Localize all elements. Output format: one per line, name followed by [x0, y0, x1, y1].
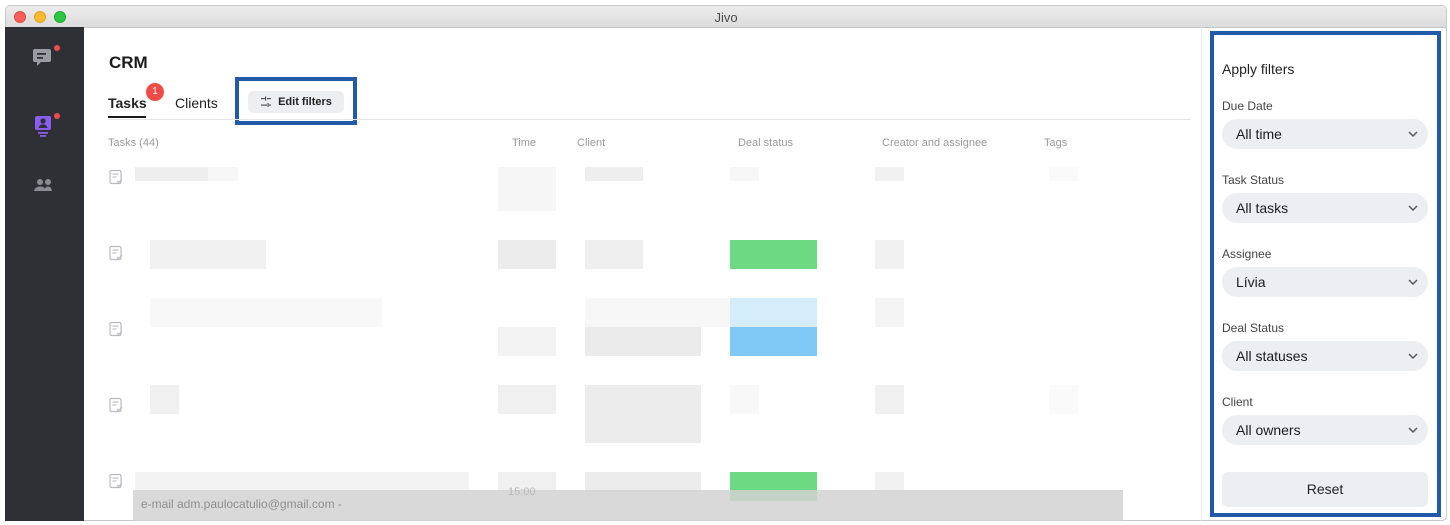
task-name-placeholder	[150, 240, 266, 269]
crm-contact-icon	[35, 116, 51, 137]
tags-placeholder	[1049, 167, 1078, 181]
task-list-icon	[108, 169, 124, 185]
team-icon	[34, 179, 52, 191]
reset-button[interactable]: Reset	[1222, 472, 1428, 507]
assignee-placeholder	[875, 167, 904, 181]
assignee-placeholder	[875, 385, 904, 414]
task-list-icon	[108, 397, 124, 413]
sidebar-item-team[interactable]	[32, 175, 56, 197]
deal-status-blue	[730, 327, 817, 356]
filters-panel: Apply filters Due Date All time Task Sta…	[1210, 31, 1441, 517]
assignee-placeholder	[875, 240, 904, 269]
filter-label-client: Client	[1222, 395, 1253, 409]
chevron-down-icon	[1408, 427, 1418, 434]
filter-label-task-status: Task Status	[1222, 173, 1285, 187]
time-placeholder	[498, 167, 556, 211]
deal-status-select[interactable]: All statuses	[1222, 341, 1428, 371]
column-header-deal-status[interactable]: Deal status	[738, 137, 793, 149]
edit-filters-label: Edit filters	[278, 96, 332, 108]
toast-time: 15:00	[508, 486, 536, 498]
filter-sliders-icon	[261, 96, 272, 107]
task-name-placeholder	[135, 472, 469, 492]
client-select[interactable]: All owners	[1222, 415, 1428, 445]
chevron-down-icon	[1408, 131, 1418, 138]
column-header-client[interactable]: Client	[577, 137, 605, 149]
sidebar-item-chats[interactable]	[32, 45, 60, 69]
assignee-value: Lívia	[1236, 274, 1266, 290]
task-name-placeholder	[150, 298, 382, 327]
client-placeholder	[585, 327, 701, 356]
time-placeholder	[498, 240, 556, 269]
deal-status-placeholder	[730, 167, 759, 181]
client-placeholder	[585, 298, 730, 327]
crm-main: CRM Tasks 1 Clients Edit filters Tasks (…	[84, 27, 1201, 521]
chevron-down-icon	[1408, 353, 1418, 360]
column-header-tasks[interactable]: Tasks (44)	[108, 137, 159, 149]
time-placeholder	[498, 385, 556, 414]
filter-label-assignee: Assignee	[1222, 247, 1272, 261]
header-divider	[108, 119, 1191, 120]
edit-filters-button[interactable]: Edit filters	[248, 91, 344, 113]
client-placeholder	[585, 240, 643, 269]
deal-status-value: All statuses	[1236, 348, 1308, 364]
edit-filters-highlight: Edit filters	[235, 77, 357, 125]
column-header-time[interactable]: Time	[512, 137, 536, 149]
task-name-placeholder	[135, 167, 208, 181]
task-status-select[interactable]: All tasks	[1222, 193, 1428, 223]
time-placeholder	[498, 327, 556, 356]
due-date-select[interactable]: All time	[1222, 119, 1428, 149]
filter-label-deal-status: Deal Status	[1222, 321, 1285, 335]
task-name-placeholder	[150, 385, 179, 414]
task-name-placeholder	[208, 167, 238, 181]
assignee-select[interactable]: Lívia	[1222, 267, 1428, 297]
page-title: CRM	[109, 53, 148, 72]
chat-icon	[33, 49, 51, 66]
notification-toast[interactable]: e-mail adm.paulocatulio@gmail.com -	[133, 490, 1123, 521]
sidebar	[5, 27, 84, 521]
column-header-tags[interactable]: Tags	[1044, 137, 1067, 149]
due-date-value: All time	[1236, 126, 1282, 142]
chevron-down-icon	[1408, 205, 1418, 212]
deal-status-placeholder	[730, 385, 759, 414]
filters-title: Apply filters	[1222, 61, 1295, 77]
tab-clients[interactable]: Clients	[175, 95, 218, 111]
sidebar-item-crm[interactable]	[32, 113, 60, 137]
notification-dot	[54, 45, 60, 51]
toast-text: e-mail adm.paulocatulio@gmail.com -	[141, 497, 342, 511]
assignee-placeholder	[875, 298, 904, 327]
active-tab-indicator	[108, 116, 146, 118]
deal-status-green	[730, 240, 817, 269]
task-list-icon	[108, 473, 124, 489]
task-list-icon	[108, 321, 124, 337]
column-header-creator-assignee[interactable]: Creator and assignee	[882, 137, 987, 149]
filters-panel-separator	[1201, 27, 1202, 521]
notification-dot	[54, 113, 60, 119]
client-placeholder	[585, 167, 643, 181]
deal-status-blue-light	[730, 298, 817, 327]
client-placeholder	[585, 385, 701, 443]
filter-label-due-date: Due Date	[1222, 99, 1273, 113]
tasks-count-badge: 1	[146, 83, 164, 101]
window-title: Jivo	[714, 10, 738, 25]
task-status-value: All tasks	[1236, 200, 1289, 216]
assignee-placeholder	[875, 472, 904, 492]
client-placeholder	[585, 472, 701, 492]
tags-placeholder	[1049, 385, 1078, 414]
tab-tasks[interactable]: Tasks	[108, 95, 147, 111]
task-list-icon	[108, 245, 124, 261]
client-value: All owners	[1236, 422, 1301, 438]
title-bar: Jivo	[6, 6, 1446, 28]
chevron-down-icon	[1408, 279, 1418, 286]
